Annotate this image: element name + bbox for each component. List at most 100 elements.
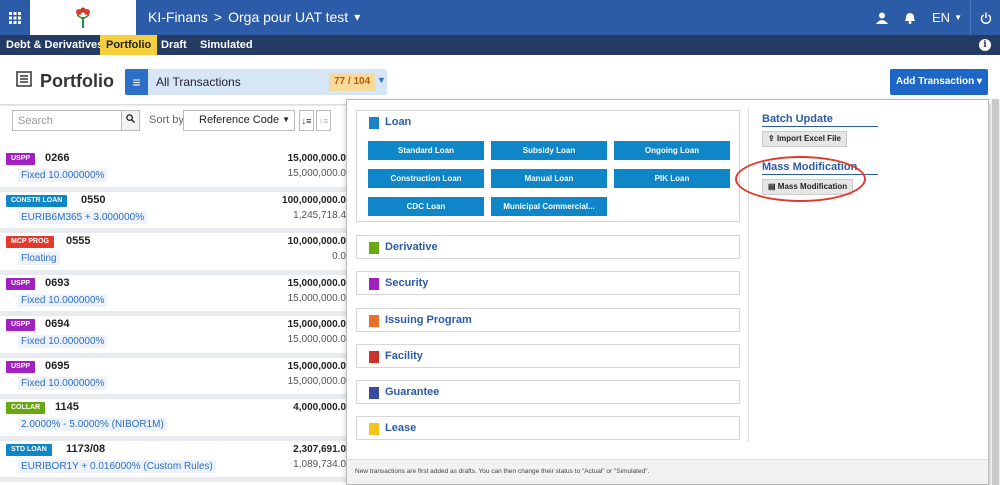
batch-update-heading: Batch Update	[762, 113, 833, 125]
nav-simulated[interactable]: Simulated	[194, 35, 259, 55]
loan-label: Loan	[385, 116, 412, 128]
search-input[interactable]: Search	[12, 110, 140, 131]
app-logo[interactable]	[30, 0, 136, 35]
transaction-type-badge: CONSTR LOAN	[6, 194, 68, 207]
info-icon[interactable]: i	[979, 39, 991, 51]
table-row[interactable]: USPP 0693 Fixed 10.000000% 15,000,000.0 15,0…	[0, 274, 346, 316]
ongoing-loan-button[interactable]: Ongoing Loan	[614, 141, 730, 160]
cdc-loan-button[interactable]: CDC Loan	[368, 197, 484, 216]
category-derivative[interactable]: Derivative	[356, 235, 740, 259]
transaction-rate: Fixed 10.000000%	[18, 376, 108, 390]
heading-underline	[762, 174, 878, 175]
category-label: Facility	[385, 350, 423, 362]
apps-grid-icon[interactable]	[0, 0, 30, 35]
language-selector[interactable]: EN ▼	[924, 0, 970, 35]
user-icon[interactable]	[868, 0, 896, 35]
language-label: EN	[932, 10, 951, 25]
table-row[interactable]: USPP 0266 Fixed 10.000000% 15,000,000.0 15,0…	[0, 150, 346, 192]
transaction-outstanding: 1,089,734.0	[293, 458, 346, 470]
transaction-outstanding: 0.0	[332, 251, 346, 262]
nav-draft[interactable]: Draft	[155, 35, 193, 55]
list-icon	[16, 71, 32, 92]
breadcrumb: KI-Finans > Orga pour UAT test ▾	[148, 9, 360, 25]
import-excel-file-button[interactable]: ⇪ Import Excel File	[762, 131, 847, 147]
standard-loan-button[interactable]: Standard Loan	[368, 141, 484, 160]
page-title-text: Portfolio	[40, 71, 114, 91]
transaction-code: 1173/08	[66, 442, 106, 455]
manual-loan-button[interactable]: Manual Loan	[491, 169, 607, 188]
lease-color-swatch	[369, 423, 379, 435]
caret-down-icon[interactable]: ▼	[377, 75, 386, 85]
scrollbar-thumb[interactable]	[992, 99, 999, 485]
search-placeholder: Search	[18, 115, 53, 127]
scrollbar[interactable]	[991, 99, 1000, 485]
column-divider	[748, 108, 749, 442]
pik-loan-button[interactable]: PIK Loan	[614, 169, 730, 188]
table-row[interactable]: CONSTR LOAN 0550 EURIB6M365 + 3.000000% 100…	[0, 191, 346, 233]
transaction-outstanding: 15,000,000.0	[287, 375, 346, 387]
table-row[interactable]: USPP 0694 Fixed 10.000000% 15,000,000.0 15,0…	[0, 316, 346, 358]
table-row[interactable]: USPP 0695 Fixed 10.000000% 15,000,000.0 15,0…	[0, 357, 346, 399]
category-issuing-program[interactable]: Issuing Program	[356, 308, 740, 332]
nav-portfolio[interactable]: Portfolio	[100, 35, 158, 55]
search-icon[interactable]	[121, 111, 139, 130]
sort-select-value: Reference Code	[199, 114, 280, 126]
chevron-down-icon[interactable]: ▾	[354, 10, 360, 24]
transaction-amount: 2,307,691.0	[293, 443, 346, 455]
transaction-amount: 15,000,000.0	[287, 277, 346, 289]
sort-select[interactable]: Reference Code ▼	[183, 110, 295, 131]
category-facility[interactable]: Facility	[356, 344, 740, 368]
transaction-rate: EURIBOR1Y + 0.016000% (Custom Rules)	[18, 459, 216, 473]
transaction-type-badge: USPP	[6, 319, 36, 331]
mass-modification-heading: Mass Modification	[762, 161, 858, 173]
transaction-count-badge: 77 / 104	[329, 73, 376, 91]
facility-color-swatch	[369, 351, 379, 363]
transaction-amount: 15,000,000.0	[287, 360, 346, 372]
category-label: Security	[385, 277, 429, 289]
issuing-program-color-swatch	[369, 315, 379, 327]
view-label: All Transactions	[156, 75, 241, 89]
transaction-code: 0693	[45, 276, 70, 289]
transaction-amount: 100,000,000.0	[282, 194, 346, 206]
category-lease[interactable]: Lease	[356, 416, 740, 440]
table-icon: ▤	[768, 182, 776, 191]
menu-icon[interactable]: ≡	[125, 69, 148, 95]
transaction-code: 0550	[81, 193, 106, 206]
category-label: Guarantee	[385, 386, 440, 398]
table-row[interactable]: MCP PROG 0555 Floating 10,000,000.0 0.0	[0, 233, 346, 275]
category-label: Lease	[385, 422, 417, 434]
derivative-color-swatch	[369, 242, 379, 254]
bell-icon[interactable]	[896, 0, 924, 35]
transaction-code: 0694	[45, 318, 70, 330]
transaction-code: 0695	[45, 359, 70, 372]
municipal-commercial-loan-button[interactable]: Municipal Commercial...	[491, 197, 607, 216]
power-icon[interactable]	[970, 0, 1000, 35]
subsidy-loan-button[interactable]: Subsidy Loan	[491, 141, 607, 160]
breadcrumb-separator: >	[213, 9, 223, 25]
category-security[interactable]: Security	[356, 271, 740, 295]
breadcrumb-org[interactable]: KI-Finans	[148, 9, 208, 25]
nav-debt-derivatives[interactable]: Debt & Derivatives ›	[0, 35, 116, 55]
sort-by-label: Sort by	[149, 114, 184, 126]
table-row[interactable]: COLLAR 1145 2.0000% - 5.0000% (NIBOR1M) 4,0…	[0, 399, 346, 441]
table-row[interactable]: STD LOAN 1173/08 EURIBOR1Y + 0.016000% (Cu…	[0, 440, 346, 482]
transaction-rate: Fixed 10.000000%	[18, 169, 108, 182]
transaction-outstanding: 15,000,000.0	[287, 168, 346, 179]
add-transaction-button[interactable]: Add Transaction ▾	[890, 69, 988, 95]
breadcrumb-entity[interactable]: Orga pour UAT test	[228, 9, 348, 25]
caret-down-icon: ▼	[282, 115, 290, 124]
top-right-tools: EN ▼	[868, 0, 1000, 35]
transaction-amount: 4,000,000.0	[293, 402, 346, 413]
sort-descending-icon[interactable]: ↑≡	[316, 110, 331, 131]
sort-ascending-icon[interactable]: ↓≡	[299, 110, 314, 131]
transaction-type-badge: COLLAR	[6, 402, 46, 414]
caret-down-icon: ▼	[954, 13, 962, 22]
construction-loan-button[interactable]: Construction Loan	[368, 169, 484, 188]
transaction-code: 0266	[45, 152, 70, 164]
category-guarantee[interactable]: Guarantee	[356, 380, 740, 404]
view-selector[interactable]: ≡ All Transactions 77 / 104 ▼	[125, 69, 387, 95]
mass-modification-button[interactable]: ▤ Mass Modification	[762, 179, 854, 195]
page-title: Portfolio	[16, 71, 114, 92]
transaction-rows: USPP 0266 Fixed 10.000000% 15,000,000.0 15,0…	[0, 150, 346, 482]
transaction-rate: Fixed 10.000000%	[18, 293, 108, 307]
